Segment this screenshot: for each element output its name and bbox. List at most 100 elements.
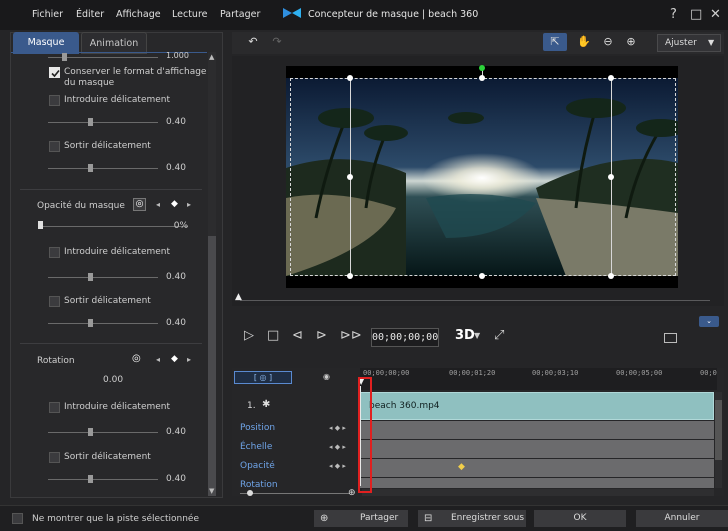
- kf-nav-icon[interactable]: ◂ ◆ ▸: [329, 443, 346, 451]
- resize-handle[interactable]: [479, 273, 485, 279]
- menu-view[interactable]: Affichage: [116, 9, 161, 20]
- fade-in-slider-thumb[interactable]: [88, 118, 93, 126]
- position-keyframe-track[interactable]: [360, 421, 714, 439]
- 3d-mode-button[interactable]: 3D: [455, 328, 475, 343]
- menu-share[interactable]: Partager: [220, 9, 260, 20]
- kf-nav-icon[interactable]: ◂ ◆ ▸: [329, 424, 346, 432]
- help-button[interactable]: ?: [670, 7, 677, 22]
- opacity-slider-thumb[interactable]: [38, 221, 43, 229]
- scroll-up-icon[interactable]: ▲: [209, 53, 214, 61]
- kf-nav-icon[interactable]: ◂ ◆ ▸: [329, 462, 346, 470]
- opacity-fade-in-value: 0.40: [165, 272, 186, 282]
- 3d-dropdown-icon[interactable]: ▼: [474, 331, 480, 340]
- rotation-fade-out-slider-thumb[interactable]: [88, 475, 93, 483]
- resize-handle[interactable]: [347, 75, 353, 81]
- scroll-down-icon[interactable]: ▼: [209, 487, 214, 495]
- next-frame-icon[interactable]: ⊳: [316, 328, 327, 343]
- opacity-fade-out-checkbox[interactable]: [49, 296, 60, 307]
- redo-icon[interactable]: ↷: [268, 33, 286, 51]
- resize-handle[interactable]: [608, 174, 614, 180]
- prev-keyframe-icon[interactable]: ◂: [156, 200, 160, 209]
- fade-in-slider-track[interactable]: [48, 122, 158, 123]
- save-as-button[interactable]: ⊟ Enregistrer sous: [418, 510, 526, 527]
- reset-rotation-icon[interactable]: ◎: [132, 353, 141, 364]
- rotate-handle[interactable]: [479, 65, 485, 71]
- timeline-track-toggle[interactable]: [ ◎ ]: [234, 371, 292, 384]
- restore-button[interactable]: □: [690, 7, 702, 22]
- opacity-fade-in-slider-track[interactable]: [48, 277, 158, 278]
- zoom-out-icon[interactable]: ⊖: [599, 33, 617, 51]
- track-settings-icon[interactable]: ✱: [262, 399, 270, 410]
- window-title: Concepteur de masque | beach 360: [283, 8, 478, 20]
- rotation-fade-in-checkbox[interactable]: [49, 402, 60, 413]
- next-keyframe-icon[interactable]: ▸: [187, 200, 191, 209]
- zoom-slider-thumb[interactable]: [247, 490, 253, 496]
- play-icon[interactable]: ▷: [244, 328, 254, 343]
- timecode-display[interactable]: 00;00;00;00: [371, 328, 439, 347]
- rotation-next-keyframe-icon[interactable]: ▸: [187, 355, 191, 364]
- menu-playback[interactable]: Lecture: [172, 9, 207, 20]
- menu-edit[interactable]: Éditer: [76, 9, 104, 20]
- fade-out-slider-track[interactable]: [48, 168, 158, 169]
- video-clip[interactable]: beach 360.mp4: [360, 392, 714, 420]
- rotation-add-keyframe-icon[interactable]: ◆: [171, 354, 178, 364]
- scale-keyframe-track[interactable]: [360, 440, 714, 458]
- stop-icon[interactable]: □: [267, 328, 279, 343]
- tab-animation[interactable]: Animation: [81, 32, 147, 54]
- panel-scrollbar-thumb[interactable]: [208, 236, 216, 496]
- rotation-prev-keyframe-icon[interactable]: ◂: [156, 355, 160, 364]
- keep-format-checkbox[interactable]: [49, 67, 60, 78]
- fullscreen-icon[interactable]: ⤢: [494, 328, 504, 343]
- opacity-keyframe-track[interactable]: [360, 459, 714, 477]
- safe-zone-icon[interactable]: [664, 333, 677, 343]
- resize-handle[interactable]: [479, 75, 485, 81]
- mask-opacity-label: Opacité du masque: [37, 201, 125, 211]
- close-button[interactable]: ✕: [710, 7, 721, 22]
- size-slider-thumb[interactable]: [62, 53, 67, 61]
- zoom-slider-track[interactable]: [240, 493, 350, 494]
- opacity-keyframe[interactable]: ◆: [458, 462, 465, 472]
- zoom-in-icon[interactable]: ⊕: [622, 33, 640, 51]
- rotation-fade-out-checkbox[interactable]: [49, 452, 60, 463]
- opacity-fade-in-checkbox[interactable]: [49, 247, 60, 258]
- scrub-thumb[interactable]: ▲: [235, 292, 242, 302]
- select-tool-icon[interactable]: ⇱: [543, 33, 567, 51]
- hand-tool-icon[interactable]: ✋: [575, 33, 593, 51]
- rotation-value[interactable]: 0.00: [103, 375, 123, 385]
- rotation-fade-in-slider-track[interactable]: [48, 432, 158, 433]
- expand-toggle-icon[interactable]: ⌄: [699, 316, 719, 327]
- opacity-fade-in-slider-thumb[interactable]: [88, 273, 93, 281]
- reset-opacity-icon[interactable]: ◎: [133, 198, 146, 211]
- undo-icon[interactable]: ↶: [244, 33, 262, 51]
- resize-handle[interactable]: [608, 75, 614, 81]
- ruler-tick-label: 00;00;00;00: [363, 369, 410, 377]
- only-selected-track-checkbox[interactable]: [12, 513, 23, 524]
- scrub-track[interactable]: [240, 300, 710, 301]
- zoom-plus-icon[interactable]: ⊕: [348, 488, 356, 498]
- opacity-fade-out-slider-thumb[interactable]: [88, 319, 93, 327]
- timeline-vscrollbar-thumb[interactable]: [715, 400, 722, 460]
- timeline-kf-toggle-icon[interactable]: ◉: [323, 372, 330, 381]
- cancel-button[interactable]: Annuler: [636, 510, 728, 527]
- tab-mask[interactable]: Masque: [13, 32, 79, 54]
- rotation-keyframe-track[interactable]: [360, 478, 714, 488]
- add-keyframe-icon[interactable]: ◆: [171, 199, 178, 209]
- fast-forward-icon[interactable]: ⊳⊳: [340, 328, 362, 343]
- opacity-value: 0%: [173, 221, 188, 231]
- fade-out-slider-thumb[interactable]: [88, 164, 93, 172]
- resize-handle[interactable]: [347, 174, 353, 180]
- rotation-fade-out-slider-track[interactable]: [48, 479, 158, 480]
- fade-in-checkbox[interactable]: [49, 95, 60, 106]
- menu-file[interactable]: Fichier: [32, 9, 63, 20]
- rotation-fade-in-slider-thumb[interactable]: [88, 428, 93, 436]
- ok-button[interactable]: OK: [534, 510, 626, 527]
- track-number: 1.: [247, 401, 256, 411]
- previous-frame-icon[interactable]: ⊲: [292, 328, 303, 343]
- opacity-fade-out-slider-track[interactable]: [48, 323, 158, 324]
- fit-dropdown[interactable]: Ajuster ▼: [657, 34, 721, 52]
- share-button[interactable]: ⊕ Partager: [314, 510, 408, 527]
- resize-handle[interactable]: [608, 273, 614, 279]
- resize-handle[interactable]: [347, 273, 353, 279]
- timeline-hscrollbar[interactable]: [362, 489, 714, 496]
- fade-out-checkbox[interactable]: [49, 141, 60, 152]
